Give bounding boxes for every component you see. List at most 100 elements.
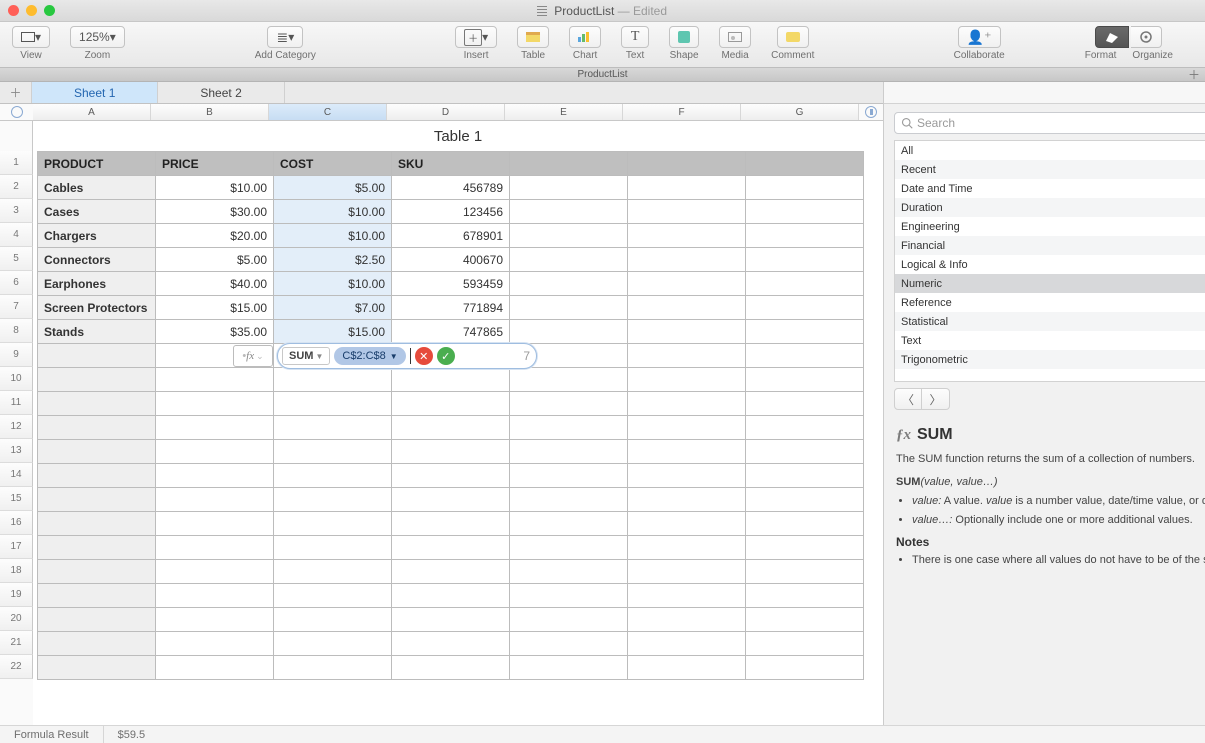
format-button[interactable]	[1095, 26, 1129, 48]
cell[interactable]	[746, 368, 864, 392]
cell[interactable]: Earphones	[38, 272, 156, 296]
cell[interactable]	[38, 368, 156, 392]
cell[interactable]	[274, 368, 392, 392]
cell[interactable]	[392, 416, 510, 440]
cell[interactable]	[156, 368, 274, 392]
function-category-item[interactable]: Financial▸	[895, 236, 1205, 255]
cell[interactable]	[746, 488, 864, 512]
header-price[interactable]: PRICE	[156, 152, 274, 176]
cell[interactable]	[746, 296, 864, 320]
function-category-item[interactable]: Engineering▸	[895, 217, 1205, 236]
cell[interactable]	[274, 536, 392, 560]
cell[interactable]: $15.00	[156, 296, 274, 320]
cell[interactable]	[38, 536, 156, 560]
cell[interactable]	[628, 224, 746, 248]
cell[interactable]	[156, 608, 274, 632]
row-header-5[interactable]: 5	[0, 247, 33, 271]
zoom-button[interactable]: 125% ▾	[70, 26, 125, 48]
row-header-13[interactable]: 13	[0, 439, 33, 463]
organize-button[interactable]	[1131, 26, 1162, 48]
cell[interactable]	[746, 320, 864, 344]
cell[interactable]	[628, 584, 746, 608]
table-button[interactable]	[517, 26, 549, 48]
cell[interactable]: $10.00	[156, 176, 274, 200]
function-category-item[interactable]: Trigonometric▸	[895, 350, 1205, 369]
cell[interactable]: 593459	[392, 272, 510, 296]
cell[interactable]	[746, 176, 864, 200]
header-cost[interactable]: COST	[274, 152, 392, 176]
cell[interactable]	[38, 416, 156, 440]
row-header-6[interactable]: 6	[0, 271, 33, 295]
header-sku[interactable]: SKU	[392, 152, 510, 176]
cell[interactable]	[274, 584, 392, 608]
cell[interactable]	[274, 632, 392, 656]
cell[interactable]	[156, 584, 274, 608]
cell[interactable]	[510, 200, 628, 224]
cell[interactable]	[38, 392, 156, 416]
cell[interactable]	[274, 488, 392, 512]
cell[interactable]: $20.00	[156, 224, 274, 248]
cell[interactable]: $10.00	[274, 272, 392, 296]
col-header-A[interactable]: A	[33, 104, 151, 120]
cell[interactable]: $5.00	[274, 176, 392, 200]
cell[interactable]	[746, 200, 864, 224]
col-header-B[interactable]: B	[151, 104, 269, 120]
nav-forward-button[interactable]: 〉	[922, 388, 950, 410]
cell[interactable]	[156, 416, 274, 440]
cell[interactable]: $2.50	[274, 248, 392, 272]
row-header-22[interactable]: 22	[0, 655, 33, 679]
function-category-item[interactable]: Numeric▸	[895, 274, 1205, 293]
cell[interactable]	[746, 272, 864, 296]
add-document-button[interactable]: ＋	[1187, 68, 1201, 82]
cell[interactable]	[510, 248, 628, 272]
cell[interactable]: Cases	[38, 200, 156, 224]
row-header-1[interactable]: 1	[0, 151, 33, 175]
media-button[interactable]	[719, 26, 751, 48]
row-header-12[interactable]: 12	[0, 415, 33, 439]
cell[interactable]	[392, 584, 510, 608]
cell[interactable]	[510, 632, 628, 656]
cell[interactable]: $10.00	[274, 224, 392, 248]
row-header-21[interactable]: 21	[0, 631, 33, 655]
function-category-item[interactable]: Statistical▸	[895, 312, 1205, 331]
cell[interactable]	[392, 536, 510, 560]
cell[interactable]	[38, 656, 156, 680]
cell[interactable]: 771894	[392, 296, 510, 320]
cell[interactable]	[156, 440, 274, 464]
cell[interactable]	[156, 512, 274, 536]
row-header-19[interactable]: 19	[0, 583, 33, 607]
cell[interactable]	[628, 272, 746, 296]
cell[interactable]	[628, 560, 746, 584]
cell[interactable]	[392, 392, 510, 416]
cell[interactable]	[628, 656, 746, 680]
row-header-4[interactable]: 4	[0, 223, 33, 247]
cell[interactable]: Stands	[38, 320, 156, 344]
cell[interactable]	[274, 440, 392, 464]
function-category-item[interactable]: All▸	[895, 141, 1205, 160]
sheet-tab-1[interactable]: Sheet 1	[32, 82, 158, 103]
cell[interactable]	[628, 368, 746, 392]
cell[interactable]	[510, 368, 628, 392]
cell[interactable]: Chargers	[38, 224, 156, 248]
cell[interactable]	[392, 560, 510, 584]
cell[interactable]	[746, 512, 864, 536]
col-header-G[interactable]: G	[741, 104, 859, 120]
cell[interactable]: $5.00	[156, 248, 274, 272]
chart-button[interactable]	[569, 26, 601, 48]
cell[interactable]	[628, 296, 746, 320]
cell[interactable]	[628, 248, 746, 272]
cell[interactable]	[392, 656, 510, 680]
cell[interactable]	[38, 560, 156, 584]
cell[interactable]	[746, 656, 864, 680]
cell[interactable]	[628, 464, 746, 488]
cell[interactable]	[628, 200, 746, 224]
cell[interactable]	[510, 584, 628, 608]
insert-button[interactable]: ＋ ▾	[455, 26, 497, 48]
cell[interactable]	[510, 560, 628, 584]
cell[interactable]	[628, 632, 746, 656]
cell[interactable]	[510, 464, 628, 488]
cell[interactable]	[510, 224, 628, 248]
origin-handle[interactable]	[0, 104, 33, 120]
minimize-window-button[interactable]	[26, 5, 37, 16]
cell[interactable]: $15.00	[274, 320, 392, 344]
